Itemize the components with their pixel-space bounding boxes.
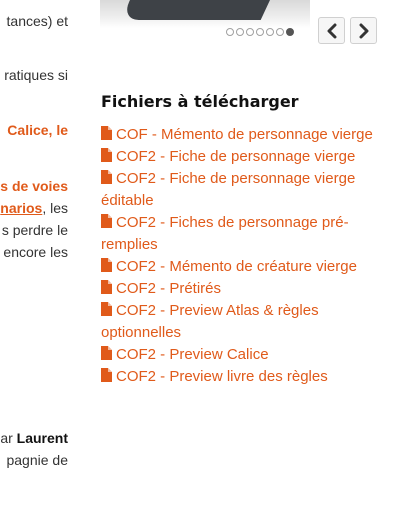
downloads-title: Fichiers à télécharger — [101, 92, 299, 111]
file-icon — [101, 346, 112, 360]
download-item: COF - Mémento de personnage vierge — [101, 124, 401, 146]
file-icon — [101, 258, 112, 272]
carousel-next-button[interactable] — [350, 17, 377, 44]
download-item: COF2 - Preview livre des règles — [101, 366, 401, 388]
article-line: ar Laurent — [0, 427, 68, 449]
download-link[interactable]: COF - Mémento de personnage vierge — [101, 126, 373, 143]
author-name: Laurent — [16, 430, 68, 446]
article-line-highlight[interactable]: Calice, le — [7, 119, 68, 141]
download-link[interactable]: COF2 - Fiches de personnage pré-remplies — [101, 214, 349, 253]
download-label: COF2 - Fiches de personnage pré-remplies — [101, 214, 349, 253]
downloads-list: COF - Mémento de personnage vierge COF2 -… — [101, 124, 401, 388]
carousel-pagination — [226, 28, 294, 38]
carousel-image[interactable] — [100, 0, 310, 28]
file-icon — [101, 148, 112, 162]
download-item: COF2 - Fiches de personnage pré-remplies — [101, 212, 401, 256]
chevron-left-icon — [327, 23, 336, 38]
carousel-dot[interactable] — [256, 28, 264, 36]
carousel-prev-button[interactable] — [318, 17, 345, 44]
carousel-dot[interactable] — [226, 28, 234, 36]
carousel-dot[interactable] — [266, 28, 274, 36]
download-item: COF2 - Fiche de personnage vierge — [101, 146, 401, 168]
chevron-right-icon — [359, 23, 368, 38]
article-text-clipped: tances) et ratiques si Calice, le s de v… — [0, 0, 70, 526]
download-label: COF2 - Preview Atlas & règles optionnell… — [101, 302, 319, 341]
carousel-dot[interactable] — [246, 28, 254, 36]
download-item: COF2 - Fiche de personnage vierge éditab… — [101, 168, 401, 212]
file-icon — [101, 214, 112, 228]
download-label: COF2 - Preview livre des règles — [116, 368, 328, 385]
download-label: COF2 - Preview Calice — [116, 346, 269, 363]
downloads-section: Fichiers à télécharger COF - Mémento de … — [101, 90, 401, 388]
download-item: COF2 - Preview Atlas & règles optionnell… — [101, 300, 401, 344]
carousel-dot[interactable] — [286, 28, 294, 36]
article-link[interactable]: narios — [0, 200, 42, 216]
download-label: COF2 - Mémento de créature vierge — [116, 258, 357, 275]
file-icon — [101, 302, 112, 316]
file-icon — [101, 368, 112, 382]
download-link[interactable]: COF2 - Mémento de créature vierge — [101, 258, 357, 275]
carousel-dot[interactable] — [236, 28, 244, 36]
article-line-text: ar — [0, 430, 17, 446]
article-line: pagnie de — [6, 452, 68, 468]
article-line: narios, les — [0, 197, 68, 219]
download-label: COF2 - Prétirés — [116, 280, 222, 297]
download-link[interactable]: COF2 - Preview livre des règles — [101, 368, 328, 385]
download-link[interactable]: COF2 - Fiche de personnage vierge éditab… — [101, 170, 355, 209]
download-link[interactable]: COF2 - Fiche de personnage vierge — [101, 148, 355, 165]
download-label: COF2 - Fiche de personnage vierge — [116, 148, 356, 165]
article-line: s perdre le — [1, 222, 68, 238]
carousel-dot[interactable] — [276, 28, 284, 36]
article-line-highlight[interactable]: s de voies — [0, 175, 68, 197]
download-link[interactable]: COF2 - Preview Atlas & règles optionnell… — [101, 302, 319, 341]
article-line: encore les — [3, 244, 68, 260]
download-item: COF2 - Prétirés — [101, 278, 401, 300]
download-label: COF - Mémento de personnage vierge — [116, 126, 373, 143]
download-label: COF2 - Fiche de personnage vierge éditab… — [101, 170, 356, 209]
article-line: ratiques si — [4, 67, 68, 83]
article-line-text: , les — [42, 200, 68, 216]
article-line: tances) et — [6, 13, 68, 29]
download-item: COF2 - Mémento de créature vierge — [101, 256, 401, 278]
file-icon — [101, 126, 112, 140]
download-item: COF2 - Preview Calice — [101, 344, 401, 366]
download-link[interactable]: COF2 - Prétirés — [101, 280, 221, 297]
file-icon — [101, 170, 112, 184]
carousel-image-shape — [120, 0, 280, 20]
download-link[interactable]: COF2 - Preview Calice — [101, 346, 269, 363]
file-icon — [101, 280, 112, 294]
